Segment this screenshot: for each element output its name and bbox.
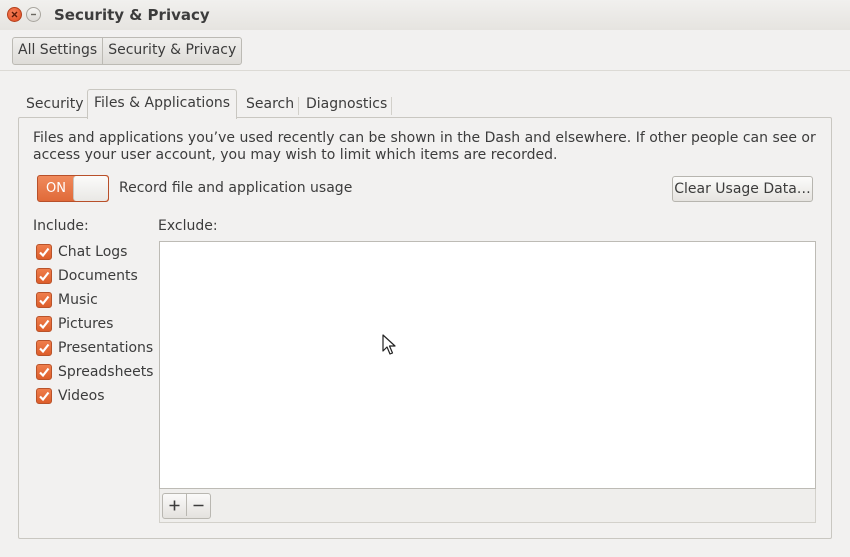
record-usage-switch[interactable]: ON: [37, 175, 109, 202]
checkbox-label: Videos: [58, 388, 105, 404]
exclude-list[interactable]: [159, 241, 816, 489]
checkbox[interactable]: [36, 316, 52, 332]
checkmark-icon: [39, 319, 50, 330]
tab-search[interactable]: Search: [240, 93, 300, 117]
checkbox[interactable]: [36, 268, 52, 284]
tab-security[interactable]: Security: [20, 93, 90, 117]
exclude-list-buttons: [162, 493, 211, 519]
settings-window: Security & Privacy All Settings Security…: [0, 0, 850, 557]
checkbox-label: Presentations: [58, 340, 154, 356]
checkbox[interactable]: [36, 244, 52, 260]
record-usage-label: Record file and application usage: [119, 180, 353, 196]
include-music[interactable]: Music: [36, 290, 98, 310]
include-spreadsheets[interactable]: Spreadsheets: [36, 362, 153, 382]
include-pictures[interactable]: Pictures: [36, 314, 113, 334]
include-label: Include:: [33, 218, 89, 234]
window-title: Security & Privacy: [54, 6, 210, 24]
checkbox-label: Music: [58, 292, 98, 308]
minimize-window-button[interactable]: [26, 7, 41, 22]
checkbox[interactable]: [36, 388, 52, 404]
title-bar: Security & Privacy: [0, 0, 850, 30]
minimize-icon: [31, 13, 36, 16]
checkmark-icon: [39, 247, 50, 258]
checkmark-icon: [39, 271, 50, 282]
checkmark-icon: [39, 391, 50, 402]
remove-exclusion-button[interactable]: [186, 494, 210, 516]
tab-separator: [391, 97, 392, 115]
include-chat-logs[interactable]: Chat Logs: [36, 242, 127, 262]
switch-state-label: ON: [46, 181, 66, 196]
breadcrumb: All Settings Security & Privacy: [12, 37, 243, 65]
exclude-list-toolbar: [159, 489, 816, 523]
include-videos[interactable]: Videos: [36, 386, 105, 406]
switch-knob[interactable]: [73, 176, 108, 201]
breadcrumb-all-settings[interactable]: All Settings: [13, 38, 102, 64]
close-icon: [11, 11, 18, 18]
checkbox-label: Documents: [58, 268, 138, 284]
tab-separator: [298, 97, 299, 115]
checkbox[interactable]: [36, 364, 52, 380]
close-window-button[interactable]: [7, 7, 22, 22]
checkmark-icon: [39, 295, 50, 306]
include-presentations[interactable]: Presentations: [36, 338, 153, 358]
checkbox[interactable]: [36, 340, 52, 356]
breadcrumb-toolbar: All Settings Security & Privacy: [0, 30, 850, 71]
clear-usage-data-button[interactable]: Clear Usage Data…: [672, 176, 813, 202]
plus-icon: [169, 500, 180, 510]
description-text: Files and applications you’ve used recen…: [33, 130, 816, 163]
tab-diagnostics[interactable]: Diagnostics: [300, 93, 393, 117]
exclude-label: Exclude:: [158, 218, 218, 234]
checkmark-icon: [39, 367, 50, 378]
minus-icon: [193, 504, 204, 506]
checkbox-label: Spreadsheets: [58, 364, 154, 380]
checkbox-label: Pictures: [58, 316, 114, 332]
checkmark-icon: [39, 343, 50, 354]
checkbox-label: Chat Logs: [58, 244, 128, 260]
mouse-cursor-icon: [382, 334, 396, 355]
include-documents[interactable]: Documents: [36, 266, 138, 286]
breadcrumb-security-privacy[interactable]: Security & Privacy: [102, 38, 241, 64]
tab-files-applications[interactable]: Files & Applications: [87, 89, 238, 119]
checkbox[interactable]: [36, 292, 52, 308]
add-exclusion-button[interactable]: [163, 494, 186, 516]
